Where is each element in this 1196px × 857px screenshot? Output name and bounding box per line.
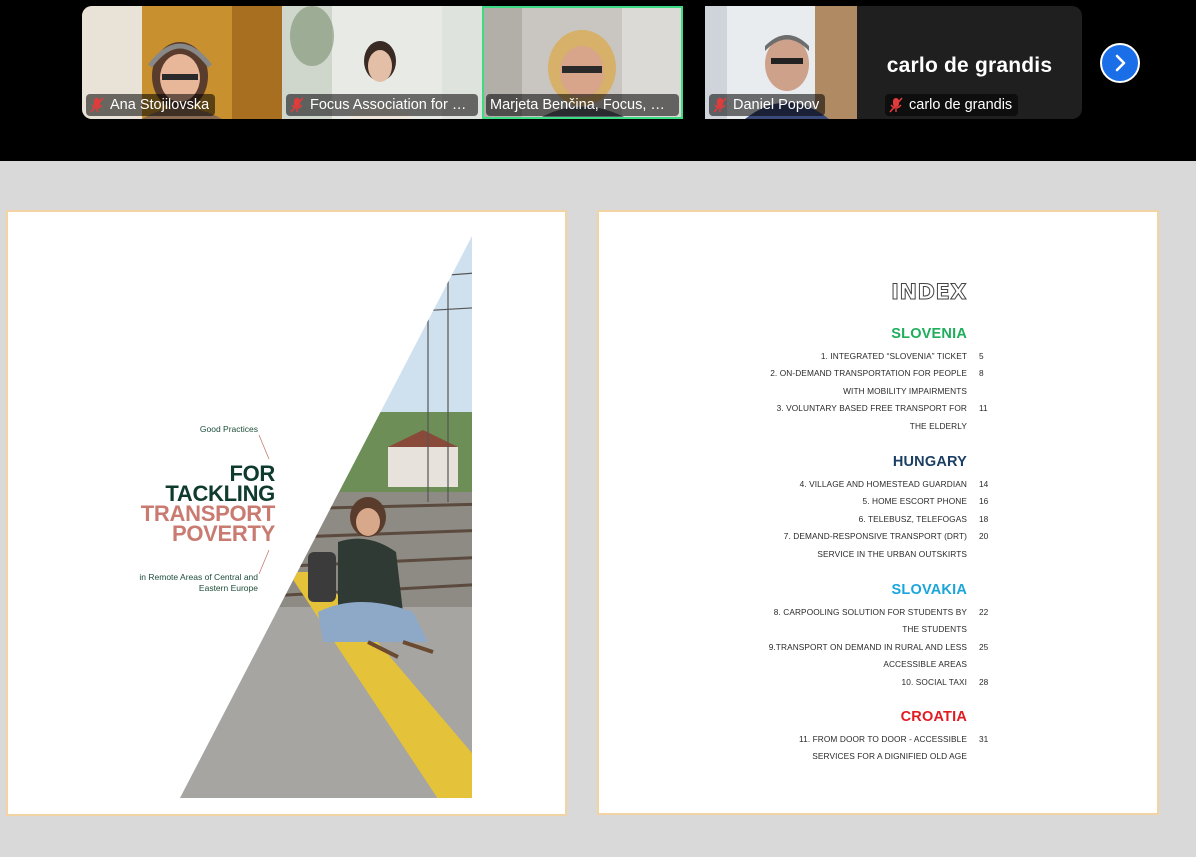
- cover-title-line: POVERTY: [171, 521, 275, 546]
- index-title: INDEX: [891, 280, 967, 305]
- index-country-heading: HUNGARY: [892, 454, 967, 470]
- index-entry-text: WITH MOBILITY IMPAIRMENTS: [843, 385, 967, 396]
- participant-name-bar: carlo de grandis: [885, 94, 1019, 116]
- participant-name-bar: Daniel Popov: [709, 94, 826, 116]
- index-page-number: 31: [979, 734, 989, 744]
- participant-tile-video-off[interactable]: carlo de grandis carlo de grandis: [857, 6, 1082, 119]
- index-entry-text: 9.TRANSPORT ON DEMAND IN RURAL AND LESS: [768, 641, 967, 652]
- participant-strip: Ana Stojilovska Focus Association for Su…: [0, 0, 1196, 161]
- index-page-number: 18: [979, 513, 989, 524]
- index-entry-text: 2. ON-DEMAND TRANSPORTATION FOR PEOPLE: [770, 368, 967, 379]
- index-country-heading: SLOVAKIA: [891, 582, 967, 598]
- index-entry-text: ACCESSIBLE AREAS: [883, 659, 967, 670]
- participant-name-bar: Marjeta Benčina, Focus, Slovenia: [486, 94, 679, 116]
- participant-name: Focus Association for Sustainable Develo…: [310, 97, 472, 113]
- participant-tile[interactable]: Ana Stojilovska: [82, 6, 282, 119]
- index-entry-text: 1. INTEGRATED “SLOVENIA” TICKET: [820, 351, 967, 361]
- mic-muted-icon: [889, 97, 903, 113]
- document-cover-page[interactable]: Good Practices FOR TACKLING TRANSPORT PO…: [6, 210, 567, 816]
- index-page-number: 16: [979, 496, 989, 507]
- participant-name-bar: Focus Association for Sustainable Develo…: [286, 94, 478, 116]
- mic-muted-icon: [713, 97, 727, 113]
- index-entry-text: THE ELDERLY: [909, 420, 967, 431]
- index-entry-text: 11. FROM DOOR TO DOOR - ACCESSIBLE: [799, 734, 967, 744]
- participant-tile-active-speaker[interactable]: Marjeta Benčina, Focus, Slovenia: [482, 6, 683, 119]
- index-page-number: 5: [979, 351, 984, 361]
- cover-photo: [180, 236, 472, 798]
- index-entry-text: 5. HOME ESCORT PHONE: [862, 496, 967, 507]
- index-entry-text: SERVICES FOR A DIGNIFIED OLD AGE: [812, 751, 967, 762]
- document-index-page[interactable]: INDEX SLOVENIA 5 1. INTEGRATED “SLOVENIA” …: [597, 210, 1159, 815]
- index-country-heading: CROATIA: [900, 709, 967, 725]
- participant-tile[interactable]: Focus Association for Sustainable Develo…: [282, 6, 482, 119]
- index-page-number: 28: [979, 676, 989, 687]
- participant-name: carlo de grandis: [909, 97, 1013, 113]
- index-entry-text: 7. DEMAND-RESPONSIVE TRANSPORT (DRT): [783, 531, 967, 542]
- participant-name: Ana Stojilovska: [110, 97, 210, 113]
- participant-name: Daniel Popov: [733, 97, 820, 113]
- participant-name: Marjeta Benčina, Focus, Slovenia: [490, 97, 673, 113]
- index-entry-text: 8. CARPOOLING SOLUTION FOR STUDENTS BY: [773, 607, 967, 617]
- decorative-line: [258, 434, 270, 460]
- index-country-heading: SLOVENIA: [891, 326, 967, 342]
- chevron-right-icon: [1115, 54, 1126, 72]
- mic-muted-icon: [290, 97, 304, 113]
- index-page-number: 14: [979, 479, 989, 489]
- participant-display-name: carlo de grandis: [886, 54, 1053, 77]
- decorative-line: [258, 549, 270, 575]
- index-page-number: 20: [979, 531, 989, 542]
- mic-muted-icon: [90, 97, 104, 113]
- index-entry-text: 4. VILLAGE AND HOMESTEAD GUARDIAN: [799, 479, 967, 489]
- cover-subtitle: in Remote Areas of Central and Eastern E…: [139, 572, 258, 593]
- next-participants-button[interactable]: [1100, 43, 1140, 83]
- index-entry-text: 3. VOLUNTARY BASED FREE TRANSPORT FOR: [776, 403, 967, 414]
- participant-tile[interactable]: Daniel Popov: [705, 6, 857, 119]
- index-page-number: 22: [979, 607, 989, 617]
- cover-kicker: Good Practices: [199, 424, 258, 434]
- index-page-number: 11: [979, 403, 988, 414]
- index-entry-text: SERVICE IN THE URBAN OUTSKIRTS: [817, 548, 967, 559]
- index-entry-text: 6. TELEBUSZ, TELEFOGAS: [858, 513, 967, 524]
- index-entry-text: 10. SOCIAL TAXI: [901, 676, 967, 687]
- participant-name-bar: Ana Stojilovska: [86, 94, 216, 116]
- index-entry-text: THE STUDENTS: [902, 624, 967, 635]
- index-page-number: 8: [979, 368, 984, 379]
- index-page-number: 25: [979, 641, 989, 652]
